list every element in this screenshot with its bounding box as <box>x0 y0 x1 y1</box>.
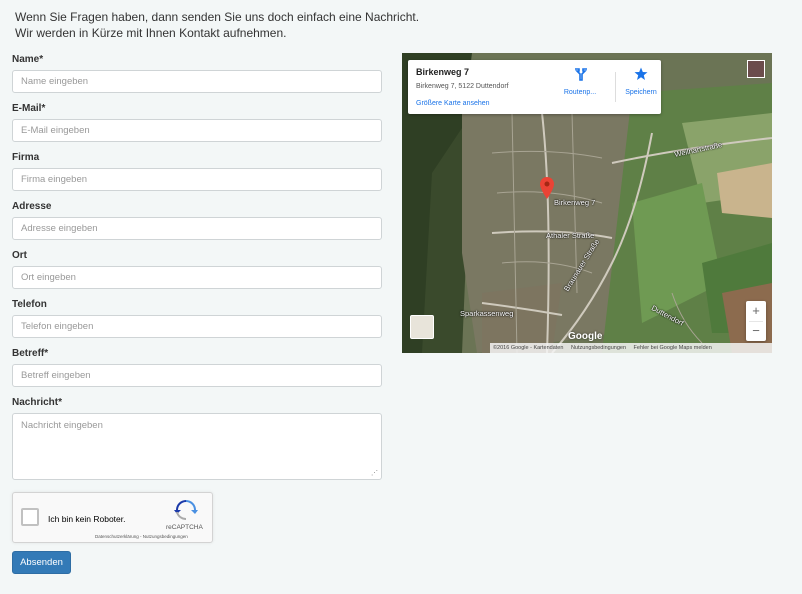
directions-label: Routenp... <box>563 89 597 96</box>
recaptcha-label: Ich bin kein Roboter. <box>48 514 126 524</box>
address-input[interactable] <box>12 217 382 240</box>
zoom-divider <box>749 321 763 322</box>
recaptcha-terms[interactable]: Datenschutzerklärung - Nutzungsbedingung… <box>95 534 188 539</box>
recaptcha-logo-icon <box>174 500 198 520</box>
recaptcha-widget: Ich bin kein Roboter. reCAPTCHA Datensch… <box>12 492 213 543</box>
message-field-group: Nachricht* ⋰ <box>12 397 382 480</box>
google-logo: Google <box>568 331 603 342</box>
name-label: Name* <box>12 54 44 65</box>
phone-field-group: Telefon <box>12 299 382 338</box>
street-label-sparkassen: Sparkassenweg <box>460 309 514 318</box>
message-textarea[interactable] <box>12 413 382 480</box>
intro-line-2: Wir werden in Kürze mit Ihnen Kontakt au… <box>15 26 287 40</box>
subject-field-group: Betreff* <box>12 348 382 387</box>
card-divider <box>615 72 616 102</box>
email-input[interactable] <box>12 119 382 142</box>
recaptcha-checkbox[interactable] <box>21 508 39 526</box>
zoom-out-button[interactable]: − <box>746 321 766 341</box>
location-pin-icon[interactable] <box>540 177 554 199</box>
submit-button[interactable]: Absenden <box>12 551 71 574</box>
email-field-group: E-Mail* <box>12 103 382 142</box>
contact-form: Name* E-Mail* Firma Adresse Ort Telefon … <box>12 54 382 490</box>
intro-text: Wenn Sie Fragen haben, dann senden Sie u… <box>15 9 419 41</box>
address-label: Adresse <box>12 201 52 212</box>
email-label: E-Mail* <box>12 103 46 114</box>
street-view-toggle[interactable] <box>410 315 434 339</box>
zoom-in-button[interactable]: + <box>746 301 766 321</box>
save-place-button[interactable]: Speichern <box>620 67 662 96</box>
street-label-athaler: Athaler Straße <box>546 231 595 240</box>
map-attribution: ©2016 Google - Kartendaten Nutzungsbedin… <box>490 343 772 353</box>
company-field-group: Firma <box>12 152 382 191</box>
place-address: Birkenweg 7, 5122 Duttendorf <box>416 83 509 90</box>
directions-icon <box>575 68 587 81</box>
resize-grip-icon[interactable]: ⋰ <box>371 469 378 477</box>
city-label: Ort <box>12 250 27 261</box>
intro-line-1: Wenn Sie Fragen haben, dann senden Sie u… <box>15 10 420 24</box>
save-place-label: Speichern <box>625 89 657 96</box>
place-title: Birkenweg 7 <box>416 67 470 77</box>
name-input[interactable] <box>12 70 382 93</box>
directions-button[interactable]: Routenp... <box>560 67 600 96</box>
address-field-group: Adresse <box>12 201 382 240</box>
map-info-card: Birkenweg 7 Birkenweg 7, 5122 Duttendorf… <box>408 60 661 114</box>
google-map[interactable]: Weilhartstraße Birkenweg 7 Athaler Straß… <box>402 53 772 353</box>
street-label-birkenweg: Birkenweg 7 <box>554 198 596 207</box>
company-label: Firma <box>12 152 40 163</box>
subject-input[interactable] <box>12 364 382 387</box>
phone-input[interactable] <box>12 315 382 338</box>
subject-label: Betreff* <box>12 348 49 359</box>
name-field-group: Name* <box>12 54 382 93</box>
zoom-controls: + − <box>746 301 766 341</box>
message-label: Nachricht* <box>12 397 63 408</box>
map-type-toggle[interactable] <box>747 60 765 78</box>
city-input[interactable] <box>12 266 382 289</box>
map-report-link[interactable]: Fehler bei Google Maps melden <box>631 345 715 351</box>
recaptcha-brand: reCAPTCHA <box>166 524 203 531</box>
star-icon <box>634 67 648 80</box>
company-input[interactable] <box>12 168 382 191</box>
larger-map-link[interactable]: Größere Karte ansehen <box>416 100 490 107</box>
map-terms-link[interactable]: Nutzungsbedingungen <box>568 345 629 351</box>
phone-label: Telefon <box>12 299 47 310</box>
map-copyright: ©2016 Google - Kartendaten <box>493 345 564 351</box>
city-field-group: Ort <box>12 250 382 289</box>
